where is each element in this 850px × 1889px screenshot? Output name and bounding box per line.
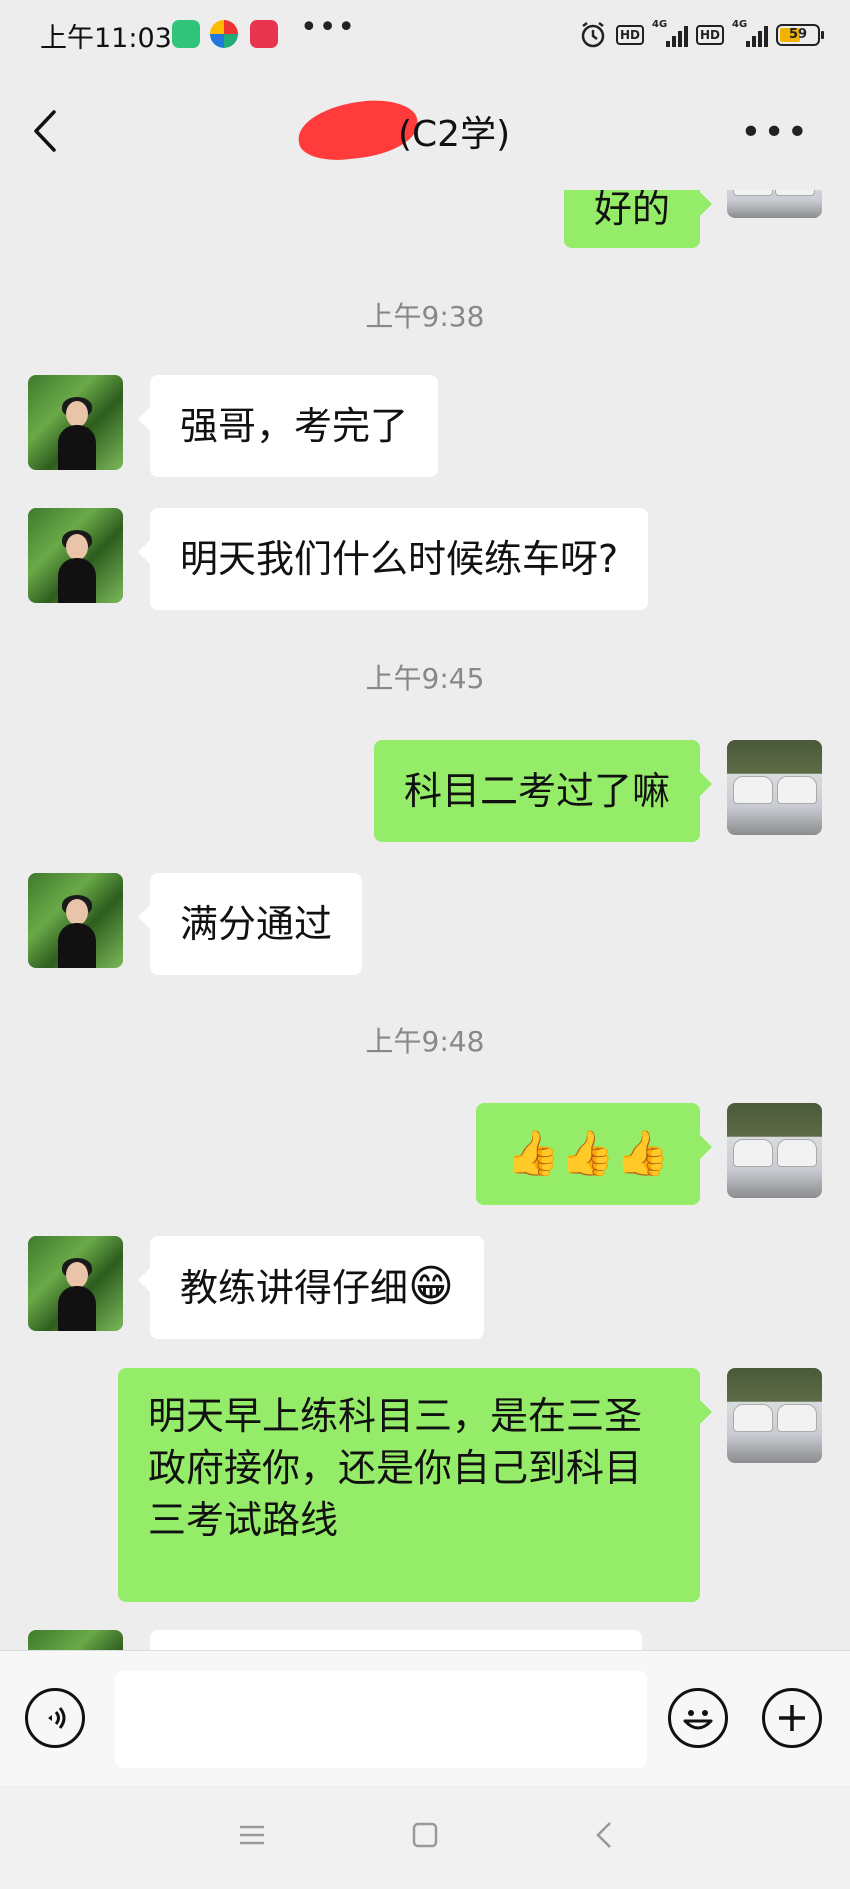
my-avatar[interactable] <box>727 740 822 835</box>
shield-app-icon <box>172 20 200 48</box>
browser-app-icon <box>210 20 238 48</box>
timestamp: 上午9:38 <box>365 300 485 333</box>
status-time: 上午11:03 <box>40 23 172 54</box>
message-row <box>0 1630 850 1650</box>
incoming-bubble[interactable]: 满分通过 <box>137 873 363 975</box>
message-list[interactable]: 好的 上午9:38 强哥，考完了 明天我们什么时候练车呀? 上午9:45 科目二… <box>0 190 850 1650</box>
voice-icon <box>48 1707 66 1729</box>
emoji-button[interactable] <box>668 1688 728 1748</box>
incoming-bubble[interactable]: 强哥，考完了 <box>137 375 439 477</box>
input-bar <box>0 1650 850 1786</box>
outgoing-bubble[interactable]: 好的 <box>563 190 713 248</box>
message-row: 👍👍👍 <box>0 1103 850 1205</box>
my-avatar[interactable] <box>727 1368 822 1463</box>
contact-avatar[interactable] <box>28 1630 123 1650</box>
outgoing-emoji-bubble[interactable]: 👍👍👍 <box>475 1103 713 1205</box>
alarm-icon <box>581 22 605 48</box>
contact-avatar[interactable] <box>28 873 123 968</box>
message-row: 明天早上练科目三，是在三圣政府接你，还是你自己到科目三考试路线 <box>0 1368 850 1608</box>
my-avatar[interactable] <box>727 1103 822 1198</box>
contact-avatar[interactable] <box>28 1236 123 1331</box>
signal-icon: 4G <box>652 19 688 47</box>
message-row: 满分通过 <box>0 873 850 975</box>
hd-voice-icon-2: HD <box>695 25 724 45</box>
outgoing-bubble[interactable]: 科目二考过了嘛 <box>373 740 713 842</box>
contact-avatar[interactable] <box>28 375 123 470</box>
chat-title: (C2学) <box>398 114 511 155</box>
status-bar: 上午11:03 ••• HD 4G HD 4G 59 <box>0 0 850 72</box>
menu-icon[interactable] <box>232 1815 272 1855</box>
message-row: 明天我们什么时候练车呀? <box>0 508 850 610</box>
more-notifications-icon: ••• <box>300 10 357 45</box>
timestamp: 上午9:48 <box>365 1025 485 1058</box>
more-options-icon[interactable]: ••• <box>740 112 810 153</box>
grin-emoji-icon: 😁 <box>408 1261 454 1312</box>
more-functions-button[interactable] <box>762 1688 822 1748</box>
signal-icon-2: 4G <box>732 19 768 47</box>
message-text: 教练讲得仔细 <box>180 1266 409 1310</box>
incoming-bubble[interactable]: 教练讲得仔细😁 <box>138 1236 484 1339</box>
battery-icon: 59 <box>776 24 824 46</box>
message-row: 好的 <box>0 190 850 270</box>
contact-avatar[interactable] <box>28 508 123 603</box>
timestamp: 上午9:45 <box>365 662 485 695</box>
plus-icon <box>779 1705 805 1731</box>
chat-header: (C2学) ••• <box>0 72 850 190</box>
system-nav-bar <box>0 1785 850 1889</box>
shopping-app-icon <box>250 20 278 48</box>
message-row: 教练讲得仔细😁 <box>0 1236 850 1339</box>
hd-voice-icon: HD <box>615 25 644 45</box>
voice-input-button[interactable] <box>25 1688 85 1748</box>
my-avatar[interactable] <box>727 190 822 218</box>
message-input[interactable] <box>115 1671 647 1768</box>
home-icon[interactable] <box>405 1815 445 1855</box>
back-arrow-icon[interactable] <box>30 106 60 156</box>
outgoing-bubble[interactable]: 明天早上练科目三，是在三圣政府接你，还是你自己到科目三考试路线 <box>118 1368 712 1602</box>
message-row: 科目二考过了嘛 <box>0 740 850 842</box>
incoming-bubble[interactable]: 明天我们什么时候练车呀? <box>137 508 649 610</box>
message-row: 强哥，考完了 <box>0 375 850 477</box>
back-nav-icon[interactable] <box>585 1815 625 1855</box>
incoming-bubble-partial[interactable] <box>150 1630 642 1650</box>
smiley-icon <box>683 1710 713 1730</box>
